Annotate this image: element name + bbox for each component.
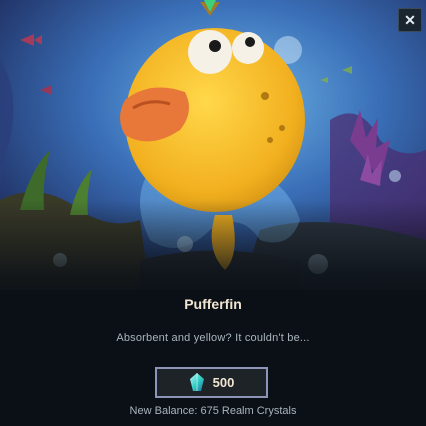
close-icon: ✕ (404, 11, 416, 28)
item-description: Absorbent and yellow? It couldn't be... (116, 332, 310, 344)
item-title: Pufferfin (184, 296, 242, 312)
crystal-gem-icon (200, 0, 220, 16)
new-balance-text: New Balance: 675 Realm Crystals (129, 405, 297, 417)
realm-crystal-icon (189, 372, 204, 391)
close-button[interactable]: ✕ (398, 8, 422, 32)
price-value: 500 (212, 375, 235, 390)
item-unlock-modal: ✕ Pufferfin Absorbent and yellow? It cou… (0, 0, 426, 426)
purchase-button[interactable]: 500 (155, 367, 268, 398)
art-fade (0, 200, 426, 310)
